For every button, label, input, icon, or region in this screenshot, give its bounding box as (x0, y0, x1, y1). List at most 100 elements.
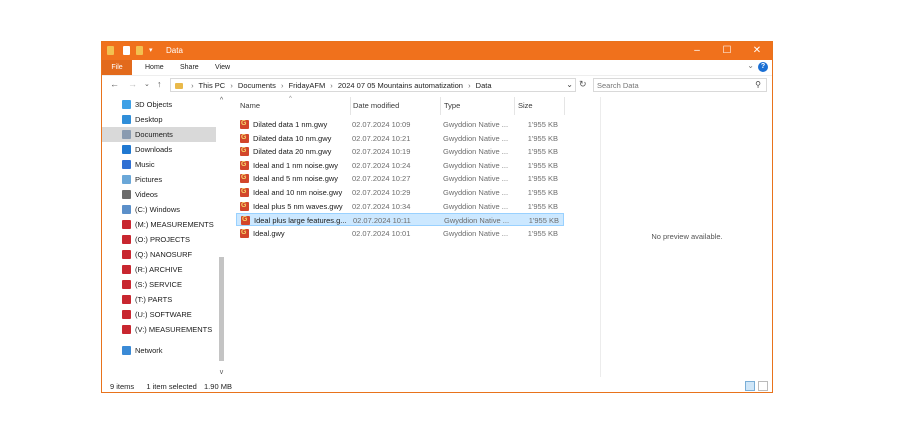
scrollbar-thumb[interactable] (219, 257, 224, 361)
column-header-type[interactable]: Type (444, 101, 460, 110)
large-icons-view-button[interactable] (758, 381, 768, 391)
sidebar-item-c-windows[interactable]: (C:) Windows (102, 202, 216, 217)
file-name: Ideal.gwy (253, 228, 285, 238)
file-row[interactable]: Ideal and 5 nm noise.gwy 02.07.2024 10:27… (236, 172, 564, 185)
search-input[interactable] (597, 80, 747, 90)
nav-scrollbar[interactable]: ^ v (217, 97, 226, 379)
column-header-name[interactable]: Name (240, 101, 260, 110)
sidebar-item-documents[interactable]: Documents (102, 127, 216, 142)
sidebar-item-desktop[interactable]: Desktop (102, 112, 216, 127)
sidebar-item-label: Desktop (135, 115, 163, 124)
file-row[interactable]: Ideal plus 5 nm waves.gwy 02.07.2024 10:3… (236, 200, 564, 213)
file-size: 1'955 KB (527, 147, 558, 157)
selection-size: 1.90 MB (204, 382, 232, 391)
sidebar-item-label: (V:) MEASUREMENTS (135, 325, 213, 334)
scroll-up-arrow-icon[interactable]: ^ (217, 97, 226, 104)
column-header-date[interactable]: Date modified (353, 101, 399, 110)
sidebar-item-3d-objects[interactable]: 3D Objects (102, 97, 216, 112)
column-divider[interactable] (514, 97, 515, 115)
recent-locations-icon[interactable]: ⌄ (144, 80, 150, 88)
new-folder-icon[interactable] (136, 46, 143, 55)
search-box[interactable]: ⚲ (593, 78, 767, 92)
file-row[interactable]: Dilated data 10 nm.gwy 02.07.2024 10:21 Gw… (236, 132, 564, 145)
file-name: Dilated data 10 nm.gwy (253, 133, 332, 143)
column-header-size[interactable]: Size (518, 101, 533, 110)
close-button[interactable]: ✕ (742, 42, 772, 60)
tab-home[interactable]: Home (145, 60, 164, 75)
file-type: Gwyddion Native ... (443, 201, 509, 211)
gwyddion-file-icon (240, 173, 249, 184)
search-icon[interactable]: ⚲ (755, 80, 761, 89)
file-name: Dilated data 1 nm.gwy (253, 120, 328, 129)
sidebar-item-network[interactable]: Network (102, 343, 216, 358)
file-type: Gwyddion Native ... (443, 160, 509, 170)
folder-icon (175, 83, 183, 89)
breadcrumb-fridayafm[interactable]: FridayAFM (289, 81, 326, 90)
breadcrumb-project-folder[interactable]: 2024 07 05 Mountains automatization (338, 81, 463, 90)
file-size: 1'955 KB (527, 228, 558, 238)
tab-view[interactable]: View (215, 60, 230, 75)
file-name: Ideal and 1 nm noise.gwy (253, 160, 339, 170)
maximize-button[interactable]: ☐ (712, 42, 742, 60)
address-dropdown-icon[interactable]: ⌄ (566, 80, 573, 89)
details-view-button[interactable] (745, 381, 755, 391)
breadcrumb-data[interactable]: Data (476, 81, 492, 90)
network-drive-disconnected-icon (122, 280, 131, 289)
file-row[interactable]: Dilated data 1 nm.gwy 02.07.2024 10:09 Gwy… (236, 118, 564, 131)
sidebar-item-u-software[interactable]: (U:) SOFTWARE (102, 307, 216, 322)
file-date: 02.07.2024 10:24 (352, 160, 411, 170)
sidebar-item-q-nanosurf[interactable]: (Q:) NANOSURF (102, 247, 216, 262)
address-bar[interactable]: › This PC › Documents › FridayAFM › 2024… (170, 78, 576, 92)
column-divider[interactable] (440, 97, 441, 115)
network-drive-disconnected-icon (122, 265, 131, 274)
sidebar-item-o-projects[interactable]: (O:) PROJECTS (102, 232, 216, 247)
sidebar-item-label: Pictures (135, 175, 163, 184)
quick-access-dropdown-icon[interactable]: ▾ (149, 46, 153, 54)
sidebar-item-label: Music (135, 160, 155, 169)
sort-ascending-icon: ^ (289, 96, 292, 102)
breadcrumb-this-pc[interactable]: This PC (199, 81, 226, 90)
forward-button[interactable]: → (128, 79, 137, 89)
network-icon (122, 346, 131, 355)
sidebar-item-label: Documents (135, 130, 173, 139)
sidebar-item-r-archive[interactable]: (R:) ARCHIVE (102, 262, 216, 277)
sidebar-item-downloads[interactable]: Downloads (102, 142, 216, 157)
expand-ribbon-icon[interactable]: ⌄ (747, 61, 754, 70)
sidebar-item-label: Videos (135, 190, 158, 199)
back-button[interactable]: ← (110, 79, 119, 89)
column-divider[interactable] (350, 97, 351, 115)
sidebar-item-label: 3D Objects (135, 100, 173, 109)
breadcrumb-separator: › (468, 81, 471, 90)
up-button[interactable]: ↑ (157, 79, 162, 89)
sidebar-item-videos[interactable]: Videos (102, 187, 216, 202)
scroll-down-arrow-icon[interactable]: v (217, 369, 226, 376)
sidebar-item-label: (S:) SERVICE (135, 280, 182, 289)
file-row[interactable]: Ideal.gwy 02.07.2024 10:01 Gwyddion Native… (236, 227, 564, 240)
help-icon[interactable]: ? (758, 62, 768, 72)
sidebar-item-m-measurements[interactable]: (M:) MEASUREMENTS (102, 217, 216, 232)
tab-share[interactable]: Share (180, 60, 199, 75)
file-row[interactable]: Ideal and 1 nm noise.gwy 02.07.2024 10:24… (236, 159, 564, 172)
properties-icon[interactable] (123, 46, 130, 55)
column-divider[interactable] (564, 97, 565, 115)
sidebar-item-t-parts[interactable]: (T:) PARTS (102, 292, 216, 307)
sidebar-item-s-service[interactable]: (S:) SERVICE (102, 277, 216, 292)
minimize-button[interactable]: – (682, 42, 712, 60)
tab-file[interactable]: File (102, 60, 132, 75)
sidebar-item-music[interactable]: Music (102, 157, 216, 172)
file-row[interactable]: Ideal plus large features.g... 02.07.2024… (236, 213, 564, 227)
file-row[interactable]: Ideal and 10 nm noise.gwy 02.07.2024 10:2… (236, 186, 564, 199)
refresh-icon[interactable]: ↻ (579, 79, 587, 90)
gwyddion-file-icon (240, 160, 249, 170)
gwyddion-file-icon (240, 228, 249, 238)
sidebar-item-pictures[interactable]: Pictures (102, 172, 216, 187)
pictures-icon (122, 175, 131, 184)
network-drive-disconnected-icon (122, 250, 131, 259)
file-row[interactable]: Dilated data 20 nm.gwy 02.07.2024 10:19 Gw… (236, 145, 564, 158)
file-type: Gwyddion Native ... (443, 188, 509, 197)
sidebar-item-v-measurements[interactable]: (V:) MEASUREMENTS (102, 322, 216, 337)
drive-icon (122, 205, 131, 214)
breadcrumb-documents[interactable]: Documents (238, 81, 276, 90)
file-size: 1'955 KB (527, 133, 558, 143)
network-drive-disconnected-icon (122, 220, 131, 229)
